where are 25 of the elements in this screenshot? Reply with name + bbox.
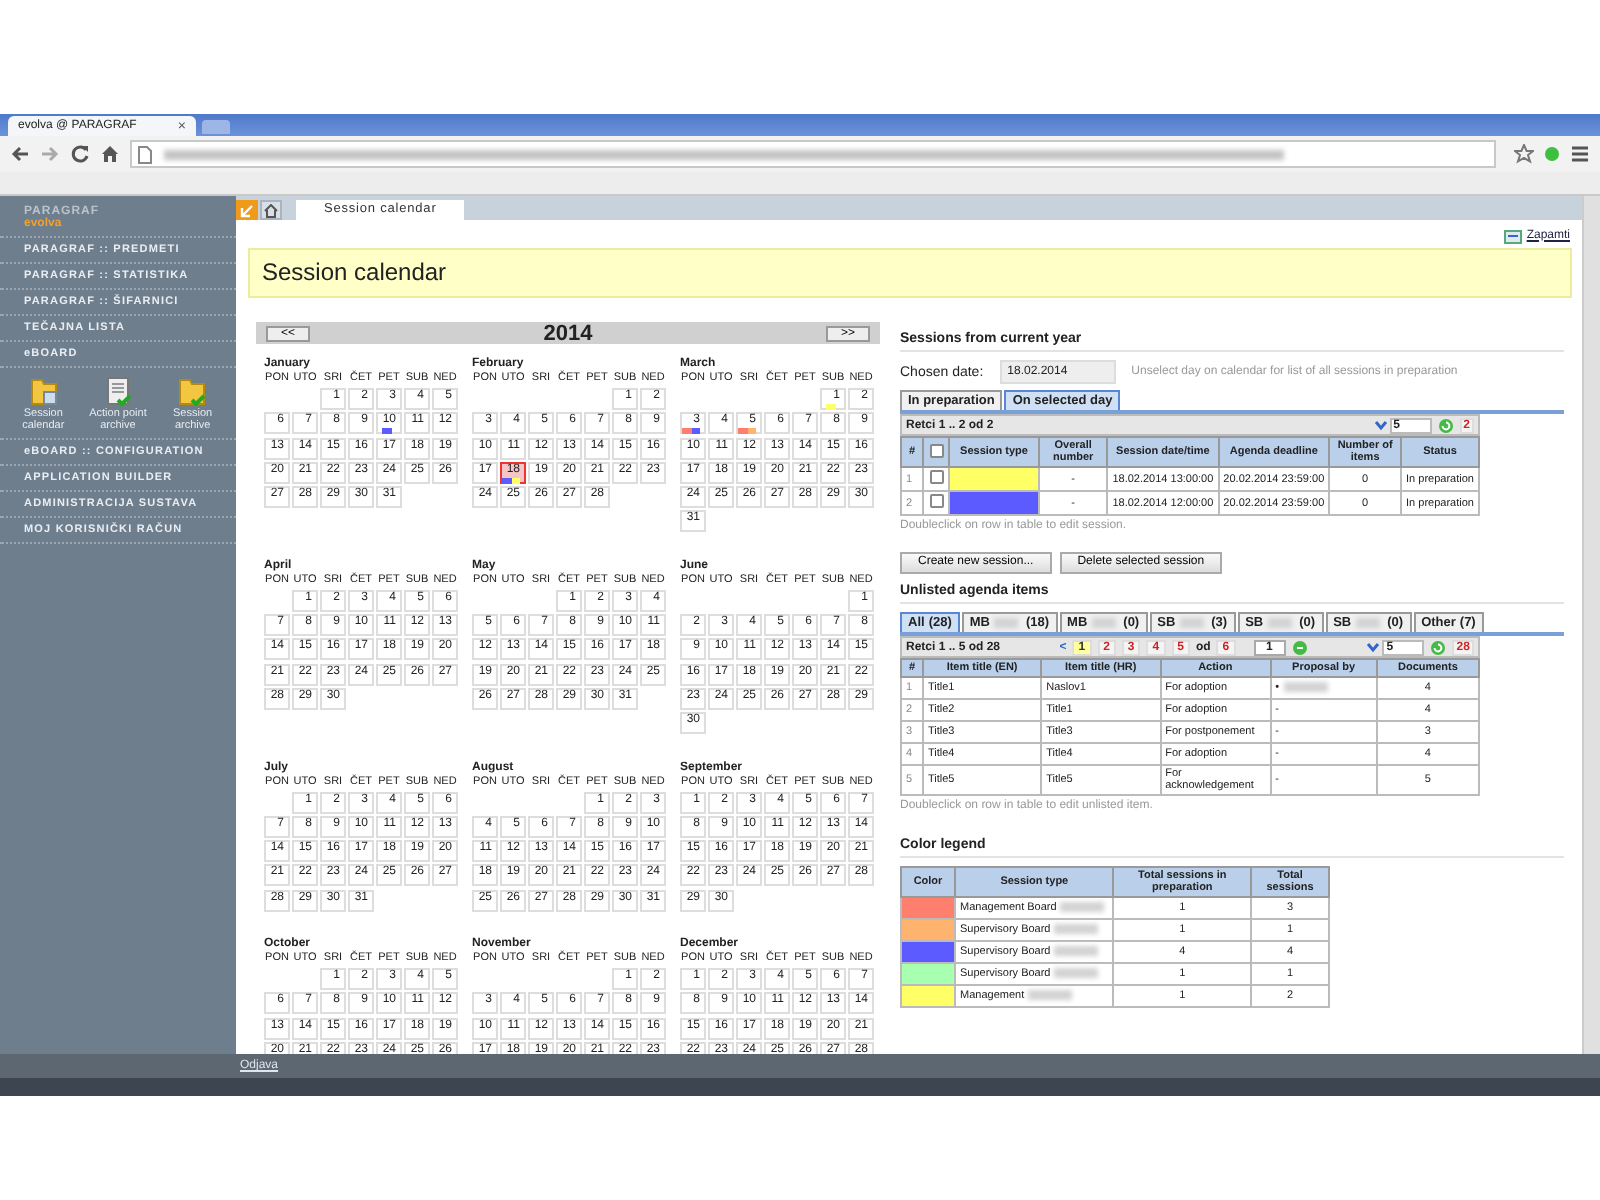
scrollbar[interactable] <box>1582 196 1600 1054</box>
page-title: Session calendar <box>248 248 1572 298</box>
refresh-icon <box>1437 417 1454 433</box>
reload-icon <box>70 144 90 164</box>
folder-icon <box>176 376 209 408</box>
checkbox[interactable] <box>929 443 943 457</box>
go-icon <box>1291 639 1308 655</box>
home-icon <box>100 144 120 164</box>
dropdown-icon <box>1373 418 1388 432</box>
back-icon <box>10 144 30 164</box>
refresh-icon <box>1430 639 1447 655</box>
checkbox[interactable] <box>929 494 943 508</box>
home-icon <box>264 203 278 217</box>
dropdown-icon <box>1366 640 1381 654</box>
home-button[interactable] <box>260 200 282 220</box>
forward-icon <box>40 144 60 164</box>
page-icon <box>138 145 152 163</box>
menu-icon <box>1570 144 1590 164</box>
extension-icon <box>1544 146 1560 162</box>
folder-icon <box>27 376 60 408</box>
address-field[interactable] <box>130 140 1496 168</box>
star-icon <box>1514 144 1534 164</box>
document-icon <box>101 376 134 408</box>
checkbox[interactable] <box>929 470 943 484</box>
year-label: 2014 <box>543 321 593 345</box>
